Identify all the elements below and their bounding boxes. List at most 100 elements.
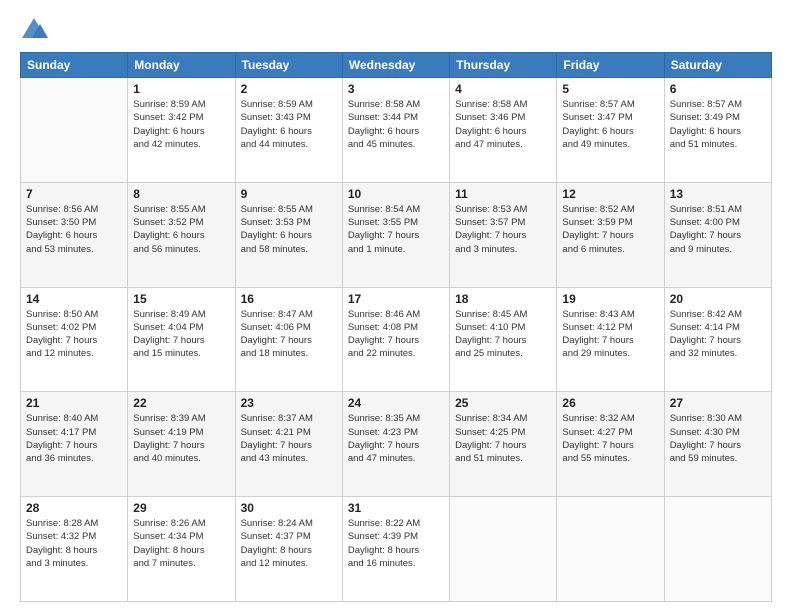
calendar-cell [664, 497, 771, 602]
day-info: Sunrise: 8:39 AM Sunset: 4:19 PM Dayligh… [133, 412, 229, 465]
day-info: Sunrise: 8:34 AM Sunset: 4:25 PM Dayligh… [455, 412, 551, 465]
day-info: Sunrise: 8:53 AM Sunset: 3:57 PM Dayligh… [455, 203, 551, 256]
day-info: Sunrise: 8:57 AM Sunset: 3:47 PM Dayligh… [562, 98, 658, 151]
day-number: 3 [348, 82, 444, 96]
calendar-cell: 15Sunrise: 8:49 AM Sunset: 4:04 PM Dayli… [128, 287, 235, 392]
day-info: Sunrise: 8:46 AM Sunset: 4:08 PM Dayligh… [348, 308, 444, 361]
day-number: 25 [455, 396, 551, 410]
day-info: Sunrise: 8:59 AM Sunset: 3:43 PM Dayligh… [241, 98, 337, 151]
day-info: Sunrise: 8:45 AM Sunset: 4:10 PM Dayligh… [455, 308, 551, 361]
calendar-cell: 8 Sunrise: 8:55 AM Sunset: 3:52 PM Daylig… [128, 182, 235, 287]
day-info: Sunrise: 8:55 AM Sunset: 3:52 PM Dayligh… [133, 203, 229, 256]
day-info: Sunrise: 8:35 AM Sunset: 4:23 PM Dayligh… [348, 412, 444, 465]
day-number: 7 [26, 187, 122, 201]
day-number: 31 [348, 501, 444, 515]
day-info: Sunrise: 8:42 AM Sunset: 4:14 PM Dayligh… [670, 308, 766, 361]
calendar-header-friday: Friday [557, 53, 664, 78]
day-info: Sunrise: 8:28 AM Sunset: 4:32 PM Dayligh… [26, 517, 122, 570]
calendar-cell: 4 Sunrise: 8:58 AM Sunset: 3:46 PM Daylig… [450, 78, 557, 183]
calendar-week-1: 1Sunrise: 8:59 AM Sunset: 3:42 PM Daylig… [21, 78, 772, 183]
day-number: 12 [562, 187, 658, 201]
calendar-table: SundayMondayTuesdayWednesdayThursdayFrid… [20, 52, 772, 602]
day-info: Sunrise: 8:50 AM Sunset: 4:02 PM Dayligh… [26, 308, 122, 361]
calendar-week-5: 28 Sunrise: 8:28 AM Sunset: 4:32 PM Dayli… [21, 497, 772, 602]
day-info: Sunrise: 8:30 AM Sunset: 4:30 PM Dayligh… [670, 412, 766, 465]
day-info: Sunrise: 8:59 AM Sunset: 3:42 PM Dayligh… [133, 98, 229, 151]
day-number: 14 [26, 292, 122, 306]
day-info: Sunrise: 8:57 AM Sunset: 3:49 PM Dayligh… [670, 98, 766, 151]
calendar-cell: 9 Sunrise: 8:55 AM Sunset: 3:53 PM Daylig… [235, 182, 342, 287]
day-number: 28 [26, 501, 122, 515]
calendar-cell: 2 Sunrise: 8:59 AM Sunset: 3:43 PM Daylig… [235, 78, 342, 183]
day-number: 16 [241, 292, 337, 306]
calendar-header-sunday: Sunday [21, 53, 128, 78]
day-number: 11 [455, 187, 551, 201]
day-info: Sunrise: 8:49 AM Sunset: 4:04 PM Dayligh… [133, 308, 229, 361]
calendar-cell: 26Sunrise: 8:32 AM Sunset: 4:27 PM Dayli… [557, 392, 664, 497]
calendar-cell: 21 Sunrise: 8:40 AM Sunset: 4:17 PM Dayli… [21, 392, 128, 497]
calendar-cell: 13Sunrise: 8:51 AM Sunset: 4:00 PM Dayli… [664, 182, 771, 287]
logo-icon [20, 16, 48, 44]
day-info: Sunrise: 8:55 AM Sunset: 3:53 PM Dayligh… [241, 203, 337, 256]
calendar-cell: 1Sunrise: 8:59 AM Sunset: 3:42 PM Daylig… [128, 78, 235, 183]
calendar-cell: 16 Sunrise: 8:47 AM Sunset: 4:06 PM Dayli… [235, 287, 342, 392]
calendar-cell: 11 Sunrise: 8:53 AM Sunset: 3:57 PM Dayli… [450, 182, 557, 287]
day-info: Sunrise: 8:22 AM Sunset: 4:39 PM Dayligh… [348, 517, 444, 570]
calendar-header-row: SundayMondayTuesdayWednesdayThursdayFrid… [21, 53, 772, 78]
calendar-cell [557, 497, 664, 602]
day-number: 4 [455, 82, 551, 96]
calendar-cell: 18 Sunrise: 8:45 AM Sunset: 4:10 PM Dayli… [450, 287, 557, 392]
calendar-cell [450, 497, 557, 602]
day-info: Sunrise: 8:52 AM Sunset: 3:59 PM Dayligh… [562, 203, 658, 256]
calendar-header-tuesday: Tuesday [235, 53, 342, 78]
day-number: 18 [455, 292, 551, 306]
calendar-cell [21, 78, 128, 183]
calendar-cell: 7 Sunrise: 8:56 AM Sunset: 3:50 PM Daylig… [21, 182, 128, 287]
calendar-week-2: 7 Sunrise: 8:56 AM Sunset: 3:50 PM Daylig… [21, 182, 772, 287]
day-info: Sunrise: 8:37 AM Sunset: 4:21 PM Dayligh… [241, 412, 337, 465]
day-info: Sunrise: 8:40 AM Sunset: 4:17 PM Dayligh… [26, 412, 122, 465]
day-info: Sunrise: 8:58 AM Sunset: 3:46 PM Dayligh… [455, 98, 551, 151]
calendar-cell: 5 Sunrise: 8:57 AM Sunset: 3:47 PM Daylig… [557, 78, 664, 183]
day-number: 23 [241, 396, 337, 410]
calendar-cell: 17Sunrise: 8:46 AM Sunset: 4:08 PM Dayli… [342, 287, 449, 392]
calendar-header-wednesday: Wednesday [342, 53, 449, 78]
day-number: 8 [133, 187, 229, 201]
calendar-cell: 19 Sunrise: 8:43 AM Sunset: 4:12 PM Dayli… [557, 287, 664, 392]
calendar-cell: 25 Sunrise: 8:34 AM Sunset: 4:25 PM Dayli… [450, 392, 557, 497]
calendar-cell: 14 Sunrise: 8:50 AM Sunset: 4:02 PM Dayli… [21, 287, 128, 392]
day-number: 6 [670, 82, 766, 96]
calendar-cell: 23 Sunrise: 8:37 AM Sunset: 4:21 PM Dayli… [235, 392, 342, 497]
calendar-cell: 20Sunrise: 8:42 AM Sunset: 4:14 PM Dayli… [664, 287, 771, 392]
day-number: 22 [133, 396, 229, 410]
calendar-cell: 27 Sunrise: 8:30 AM Sunset: 4:30 PM Dayli… [664, 392, 771, 497]
day-info: Sunrise: 8:24 AM Sunset: 4:37 PM Dayligh… [241, 517, 337, 570]
day-number: 19 [562, 292, 658, 306]
logo [20, 16, 52, 44]
calendar-cell: 10Sunrise: 8:54 AM Sunset: 3:55 PM Dayli… [342, 182, 449, 287]
calendar-cell: 3 Sunrise: 8:58 AM Sunset: 3:44 PM Daylig… [342, 78, 449, 183]
calendar-header-saturday: Saturday [664, 53, 771, 78]
page: SundayMondayTuesdayWednesdayThursdayFrid… [0, 0, 792, 612]
day-number: 2 [241, 82, 337, 96]
calendar-cell: 22 Sunrise: 8:39 AM Sunset: 4:19 PM Dayli… [128, 392, 235, 497]
calendar-week-4: 21 Sunrise: 8:40 AM Sunset: 4:17 PM Dayli… [21, 392, 772, 497]
day-info: Sunrise: 8:47 AM Sunset: 4:06 PM Dayligh… [241, 308, 337, 361]
calendar-cell: 31 Sunrise: 8:22 AM Sunset: 4:39 PM Dayli… [342, 497, 449, 602]
day-number: 27 [670, 396, 766, 410]
day-number: 5 [562, 82, 658, 96]
day-number: 9 [241, 187, 337, 201]
day-number: 10 [348, 187, 444, 201]
header [20, 16, 772, 44]
day-info: Sunrise: 8:58 AM Sunset: 3:44 PM Dayligh… [348, 98, 444, 151]
day-number: 21 [26, 396, 122, 410]
calendar-cell: 29Sunrise: 8:26 AM Sunset: 4:34 PM Dayli… [128, 497, 235, 602]
day-info: Sunrise: 8:43 AM Sunset: 4:12 PM Dayligh… [562, 308, 658, 361]
calendar-cell: 6 Sunrise: 8:57 AM Sunset: 3:49 PM Daylig… [664, 78, 771, 183]
day-info: Sunrise: 8:32 AM Sunset: 4:27 PM Dayligh… [562, 412, 658, 465]
calendar-cell: 30Sunrise: 8:24 AM Sunset: 4:37 PM Dayli… [235, 497, 342, 602]
day-info: Sunrise: 8:56 AM Sunset: 3:50 PM Dayligh… [26, 203, 122, 256]
day-number: 13 [670, 187, 766, 201]
calendar-header-monday: Monday [128, 53, 235, 78]
day-info: Sunrise: 8:26 AM Sunset: 4:34 PM Dayligh… [133, 517, 229, 570]
